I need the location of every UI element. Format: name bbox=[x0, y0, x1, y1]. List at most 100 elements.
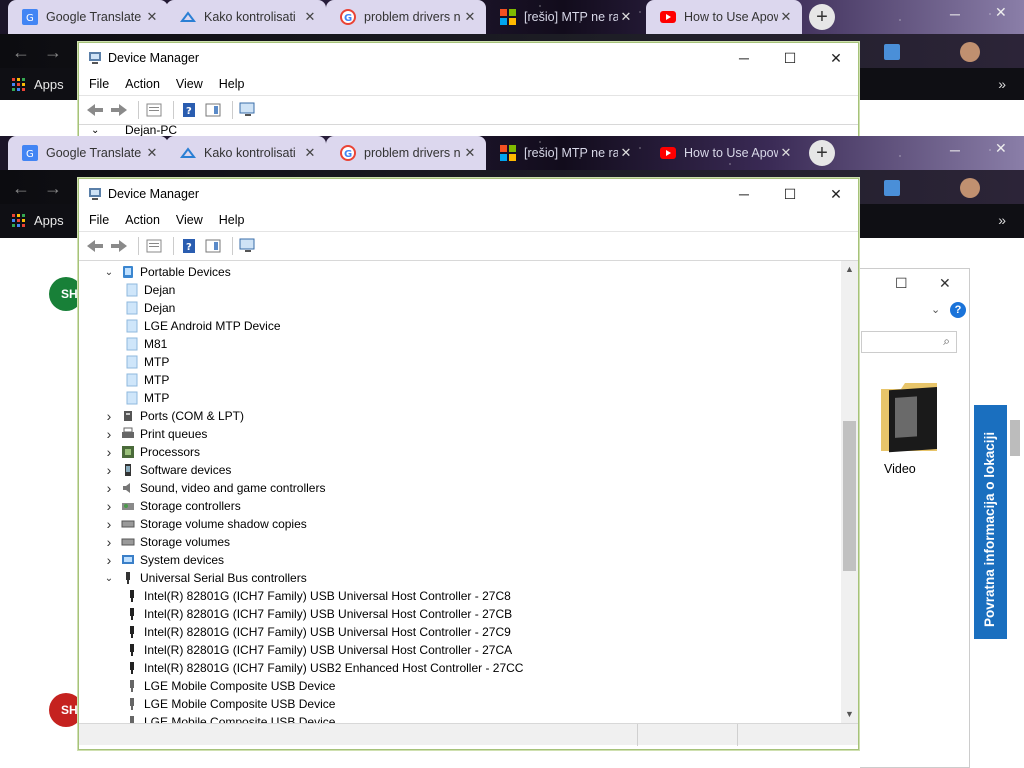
minimize-button[interactable]: ─ bbox=[721, 179, 767, 209]
back-arrow-icon[interactable] bbox=[85, 100, 105, 120]
close-icon[interactable]: ✕ bbox=[778, 145, 794, 161]
tree-category[interactable]: › Print queues bbox=[101, 425, 208, 443]
scan-hardware-icon[interactable] bbox=[238, 236, 258, 256]
menu-help[interactable]: Help bbox=[219, 77, 245, 91]
maximize-button[interactable]: ☐ bbox=[767, 179, 813, 209]
chevron-right-icon[interactable]: › bbox=[101, 462, 117, 478]
tree-device[interactable]: MTP bbox=[121, 371, 169, 389]
close-icon[interactable]: ✕ bbox=[144, 145, 160, 161]
new-tab-button[interactable]: + bbox=[809, 4, 835, 30]
apps-shortcut[interactable]: Apps bbox=[12, 213, 64, 228]
back-arrow-icon[interactable]: ← bbox=[12, 42, 30, 63]
view-icon[interactable] bbox=[203, 236, 223, 256]
chevron-right-icon[interactable]: › bbox=[101, 534, 117, 550]
close-icon[interactable]: ✕ bbox=[144, 9, 160, 25]
chevron-right-icon[interactable]: › bbox=[101, 552, 117, 568]
tab-problem-drivers-back[interactable]: G problem drivers n ✕ bbox=[326, 0, 486, 34]
tab-google-translate-back[interactable]: G Google Translate ✕ bbox=[8, 0, 168, 34]
extension-icon[interactable] bbox=[884, 44, 900, 60]
extension-icon[interactable] bbox=[884, 180, 900, 196]
tree-device[interactable]: Intel(R) 82801G (ICH7 Family) USB Univer… bbox=[121, 623, 511, 641]
close-icon[interactable]: ✕ bbox=[618, 145, 634, 161]
back-arrow-icon[interactable]: ← bbox=[12, 178, 30, 199]
new-tab-button[interactable]: + bbox=[809, 140, 835, 166]
properties-icon[interactable] bbox=[144, 100, 164, 120]
tree-category[interactable]: › Sound, video and game controllers bbox=[101, 479, 326, 497]
scan-hardware-icon[interactable] bbox=[238, 100, 258, 120]
close-button[interactable]: ✕ bbox=[813, 179, 859, 209]
forward-arrow-icon[interactable] bbox=[109, 100, 129, 120]
tab-mtp-back[interactable]: [rešio] MTP ne ra ✕ bbox=[486, 0, 642, 34]
video-folder-icon[interactable] bbox=[879, 377, 941, 457]
forward-arrow-icon[interactable] bbox=[109, 236, 129, 256]
tab-kako[interactable]: Kako kontrolisati ✕ bbox=[166, 136, 326, 170]
chevron-right-icon[interactable]: › bbox=[101, 498, 117, 514]
maximize-button[interactable]: ☐ bbox=[767, 43, 813, 73]
tree-device[interactable]: MTP bbox=[121, 353, 169, 371]
close-icon[interactable]: ✕ bbox=[995, 4, 1007, 21]
tree-device[interactable]: Dejan bbox=[121, 299, 175, 317]
chevron-down-icon[interactable]: ⌄ bbox=[931, 303, 940, 316]
properties-icon[interactable] bbox=[144, 236, 164, 256]
help-icon[interactable]: ? bbox=[179, 100, 199, 120]
tab-youtube[interactable]: How to Use Apow ✕ bbox=[646, 136, 802, 170]
tree-device[interactable]: Intel(R) 82801G (ICH7 Family) USB Univer… bbox=[121, 641, 512, 659]
tab-mtp[interactable]: [rešio] MTP ne ra ✕ bbox=[486, 136, 642, 170]
tree-device[interactable]: M81 bbox=[121, 335, 167, 353]
chevron-right-icon[interactable]: › bbox=[101, 480, 117, 496]
menu-file[interactable]: File bbox=[89, 77, 109, 91]
scroll-up-icon[interactable]: ▲ bbox=[841, 261, 858, 278]
tree-device[interactable]: Dejan bbox=[121, 281, 175, 299]
tree-device[interactable]: LGE Mobile Composite USB Device bbox=[121, 695, 335, 713]
scrollbar-thumb[interactable] bbox=[843, 421, 856, 571]
location-feedback-banner[interactable]: Povratna informacija o lokaciji bbox=[974, 405, 1007, 639]
chevron-right-icon[interactable]: › bbox=[101, 426, 117, 442]
profile-avatar[interactable] bbox=[960, 178, 980, 198]
scroll-down-icon[interactable]: ▼ bbox=[841, 706, 858, 723]
tab-problem-drivers[interactable]: G problem drivers n ✕ bbox=[326, 136, 486, 170]
tree-category[interactable]: › Storage volume shadow copies bbox=[101, 515, 307, 533]
tree-category[interactable]: ⌄ Portable Devices bbox=[101, 263, 231, 281]
tree-category[interactable]: › Processors bbox=[101, 443, 200, 461]
tree-category[interactable]: › Storage controllers bbox=[101, 497, 241, 515]
search-input[interactable]: ⌕ bbox=[861, 331, 957, 353]
menu-help[interactable]: Help bbox=[219, 213, 245, 227]
collapse-arrow-icon[interactable]: ⌄ bbox=[91, 125, 99, 136]
tree-category[interactable]: ⌄ Universal Serial Bus controllers bbox=[101, 569, 307, 587]
menu-view[interactable]: View bbox=[176, 77, 203, 91]
tab-youtube-back[interactable]: How to Use Apow ✕ bbox=[646, 0, 802, 34]
chevron-right-icon[interactable]: › bbox=[101, 444, 117, 460]
profile-avatar[interactable] bbox=[960, 42, 980, 62]
chevron-down-icon[interactable]: ⌄ bbox=[101, 267, 117, 278]
tab-kako-back[interactable]: Kako kontrolisati ✕ bbox=[166, 0, 326, 34]
help-icon[interactable]: ? bbox=[179, 236, 199, 256]
back-arrow-icon[interactable] bbox=[85, 236, 105, 256]
tab-google-translate[interactable]: G Google Translate ✕ bbox=[8, 136, 168, 170]
page-scrollbar-thumb[interactable] bbox=[1010, 420, 1020, 456]
chevron-down-icon[interactable]: ⌄ bbox=[101, 573, 117, 584]
close-icon[interactable]: ✕ bbox=[302, 145, 318, 161]
close-icon[interactable]: ✕ bbox=[462, 145, 478, 161]
apps-shortcut[interactable]: Apps bbox=[12, 77, 64, 92]
tree-device[interactable]: LGE Mobile Composite USB Device bbox=[121, 677, 335, 695]
close-button[interactable]: ✕ bbox=[939, 275, 951, 292]
tree-device[interactable]: MTP bbox=[121, 389, 169, 407]
close-icon[interactable]: ✕ bbox=[778, 9, 794, 25]
forward-arrow-icon[interactable]: → bbox=[44, 178, 62, 199]
minimize-icon[interactable]: ─ bbox=[950, 142, 960, 158]
tree-device[interactable]: LGE Android MTP Device bbox=[121, 317, 281, 335]
chevron-right-icon[interactable]: › bbox=[101, 516, 117, 532]
chevron-right-icon[interactable]: › bbox=[101, 408, 117, 424]
menu-file[interactable]: File bbox=[89, 213, 109, 227]
close-button[interactable]: ✕ bbox=[813, 43, 859, 73]
tree-category[interactable]: › Storage volumes bbox=[101, 533, 230, 551]
help-icon[interactable]: ? bbox=[950, 302, 966, 318]
close-icon[interactable]: ✕ bbox=[618, 9, 634, 25]
menu-view[interactable]: View bbox=[176, 213, 203, 227]
menu-action[interactable]: Action bbox=[125, 213, 160, 227]
maximize-button[interactable]: ☐ bbox=[895, 275, 908, 292]
tree-category[interactable]: › Ports (COM & LPT) bbox=[101, 407, 244, 425]
forward-arrow-icon[interactable]: → bbox=[44, 42, 62, 63]
tree-category[interactable]: › System devices bbox=[101, 551, 224, 569]
minimize-icon[interactable]: ─ bbox=[950, 6, 960, 22]
